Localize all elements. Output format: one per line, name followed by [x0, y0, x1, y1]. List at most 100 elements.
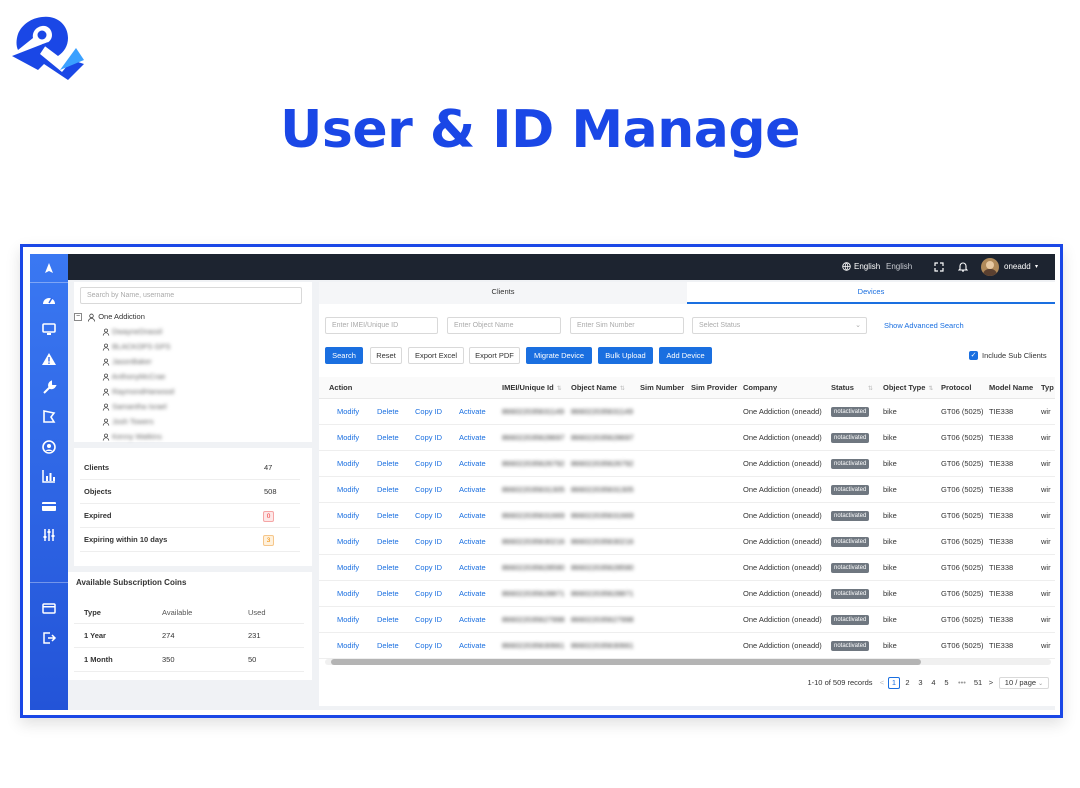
sim-number-input[interactable]: Enter Sim Number [570, 317, 684, 334]
include-sub-clients-checkbox[interactable]: ✓ [969, 351, 978, 360]
sort-icon[interactable]: ⇅ [868, 386, 873, 392]
copy-id-link[interactable]: Copy ID [415, 503, 442, 529]
tree-item[interactable]: RaymondHarwood [102, 386, 174, 398]
modify-link[interactable]: Modify [337, 581, 359, 607]
copy-id-link[interactable]: Copy ID [415, 425, 442, 451]
imei-search-input[interactable]: Enter IMEI/Unique ID [325, 317, 438, 334]
activate-link[interactable]: Activate [459, 399, 486, 425]
tree-item[interactable]: Samantha Israel [102, 401, 167, 413]
language-option[interactable]: English [886, 261, 912, 273]
delete-link[interactable]: Delete [377, 399, 399, 425]
page-2[interactable]: 2 [902, 677, 913, 689]
page-3[interactable]: 3 [915, 677, 926, 689]
delete-link[interactable]: Delete [377, 607, 399, 633]
page-last[interactable]: 51 [971, 677, 985, 689]
modify-link[interactable]: Modify [337, 633, 359, 659]
activate-link[interactable]: Activate [459, 581, 486, 607]
bulk-upload-button[interactable]: Bulk Upload [598, 347, 653, 364]
modify-link[interactable]: Modify [337, 451, 359, 477]
page-1[interactable]: 1 [888, 677, 900, 689]
modify-link[interactable]: Modify [337, 555, 359, 581]
dashboard-icon[interactable] [41, 292, 57, 308]
copy-id-link[interactable]: Copy ID [415, 529, 442, 555]
wallet-icon[interactable] [41, 600, 57, 616]
avatar[interactable] [981, 258, 999, 276]
activate-link[interactable]: Activate [459, 555, 486, 581]
delete-link[interactable]: Delete [377, 555, 399, 581]
next-page-button[interactable]: > [987, 677, 995, 689]
delete-link[interactable]: Delete [377, 581, 399, 607]
page-size-select[interactable]: 10 / page ⌄ [999, 677, 1049, 689]
sort-icon[interactable]: ⇅ [620, 386, 625, 392]
more-pages-ellipsis[interactable]: ••• [954, 677, 970, 689]
export-pdf-button[interactable]: Export PDF [469, 347, 520, 364]
monitor-icon[interactable] [41, 321, 57, 337]
activate-link[interactable]: Activate [459, 633, 486, 659]
col-imei[interactable]: IMEI/Unique Id ⇅ [502, 377, 562, 399]
copy-id-link[interactable]: Copy ID [415, 399, 442, 425]
delete-link[interactable]: Delete [377, 633, 399, 659]
chart-icon[interactable] [41, 468, 57, 484]
copy-id-link[interactable]: Copy ID [415, 607, 442, 633]
user-circle-icon[interactable] [41, 439, 57, 455]
reset-button[interactable]: Reset [370, 347, 402, 364]
tree-item[interactable]: AnthonyMcCrae [102, 371, 165, 383]
activate-link[interactable]: Activate [459, 607, 486, 633]
delete-link[interactable]: Delete [377, 477, 399, 503]
collapse-icon[interactable]: − [74, 313, 82, 322]
card-icon[interactable] [41, 498, 57, 514]
search-button[interactable]: Search [325, 347, 363, 364]
copy-id-link[interactable]: Copy ID [415, 477, 442, 503]
fullscreen-icon[interactable] [934, 262, 944, 272]
copy-id-link[interactable]: Copy ID [415, 633, 442, 659]
scrollbar-thumb[interactable] [331, 659, 921, 665]
activate-link[interactable]: Activate [459, 425, 486, 451]
tree-item[interactable]: BLACKOPS GPS [102, 341, 170, 353]
bell-icon[interactable] [958, 261, 968, 272]
alert-icon[interactable] [41, 351, 57, 367]
delete-link[interactable]: Delete [377, 451, 399, 477]
activate-link[interactable]: Activate [459, 503, 486, 529]
tree-item[interactable]: Kenny Watkins [102, 431, 162, 443]
caret-down-icon[interactable]: ▾ [1035, 261, 1038, 273]
modify-link[interactable]: Modify [337, 529, 359, 555]
copy-id-link[interactable]: Copy ID [415, 555, 442, 581]
modify-link[interactable]: Modify [337, 399, 359, 425]
prev-page-button[interactable]: < [878, 677, 886, 689]
language-selector[interactable]: English [854, 261, 880, 273]
delete-link[interactable]: Delete [377, 529, 399, 555]
modify-link[interactable]: Modify [337, 477, 359, 503]
tree-root[interactable]: − One Addiction [74, 311, 145, 323]
col-object-type[interactable]: Object Type ⇅ [883, 377, 933, 399]
sort-icon[interactable]: ⇅ [928, 386, 933, 392]
geofence-icon[interactable] [41, 409, 57, 425]
delete-link[interactable]: Delete [377, 425, 399, 451]
tree-item[interactable]: Josh Towers [102, 416, 154, 428]
object-name-input[interactable]: Enter Object Name [447, 317, 561, 334]
advanced-search-link[interactable]: Show Advanced Search [884, 319, 964, 332]
add-device-button[interactable]: Add Device [659, 347, 712, 364]
copy-id-link[interactable]: Copy ID [415, 451, 442, 477]
col-object-name[interactable]: Object Name ⇅ [571, 377, 625, 399]
wrench-icon[interactable] [41, 380, 57, 396]
page-5[interactable]: 5 [941, 677, 952, 689]
sliders-icon[interactable] [41, 527, 57, 543]
status-select[interactable]: Select Status ⌄ [692, 317, 867, 334]
tab-clients[interactable]: Clients [319, 282, 687, 304]
tab-devices[interactable]: Devices [687, 282, 1055, 304]
tree-item[interactable]: DwayneDrassil [102, 326, 162, 338]
client-search-input[interactable]: Search by Name, username [80, 287, 302, 304]
modify-link[interactable]: Modify [337, 607, 359, 633]
logout-icon[interactable] [41, 630, 57, 646]
activate-link[interactable]: Activate [459, 451, 486, 477]
modify-link[interactable]: Modify [337, 503, 359, 529]
username-label[interactable]: oneadd [1004, 261, 1031, 273]
page-4[interactable]: 4 [928, 677, 939, 689]
modify-link[interactable]: Modify [337, 425, 359, 451]
col-status[interactable]: Status ⇅ [831, 377, 873, 399]
sort-icon[interactable]: ⇅ [557, 386, 562, 392]
horizontal-scrollbar[interactable] [325, 659, 1051, 665]
export-excel-button[interactable]: Export Excel [408, 347, 464, 364]
delete-link[interactable]: Delete [377, 503, 399, 529]
copy-id-link[interactable]: Copy ID [415, 581, 442, 607]
